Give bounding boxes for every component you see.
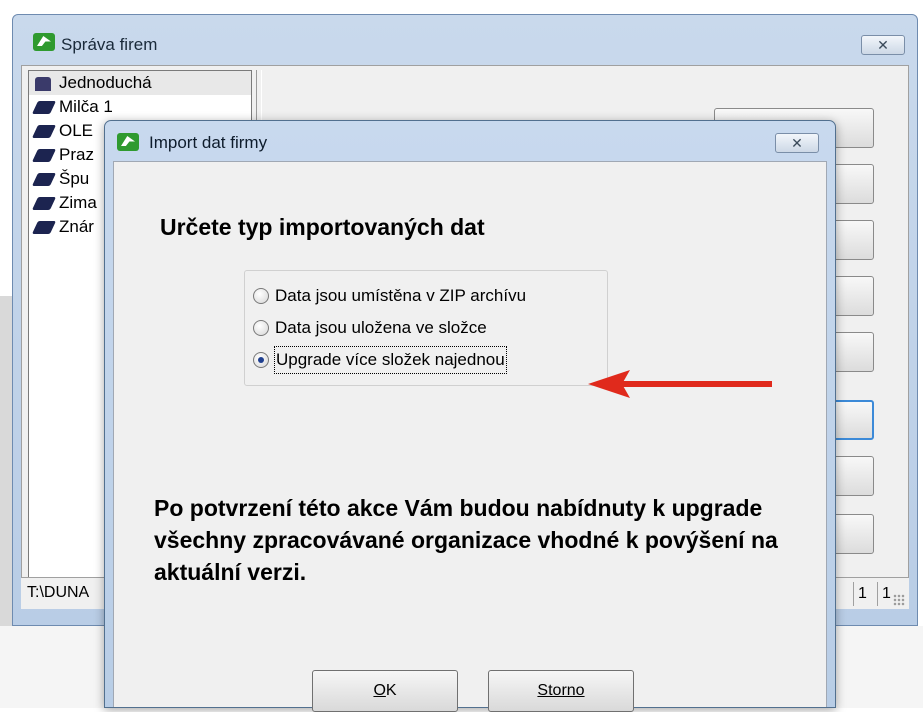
radio-button-icon[interactable] — [253, 320, 269, 336]
radio-button-icon[interactable] — [253, 288, 269, 304]
resize-grip-icon[interactable] — [893, 594, 905, 606]
company-name: Jednoduchá — [59, 73, 152, 92]
dialog-close-button[interactable]: ✕ — [775, 133, 819, 153]
book-icon — [31, 173, 57, 186]
import-type-radio-group: Data jsou umístěna v ZIP archívu Data js… — [244, 270, 608, 386]
radio-button-checked-icon[interactable] — [253, 352, 269, 368]
dialog-description: Po potvrzení této akce Vám budou nabídnu… — [154, 495, 778, 585]
dialog-heading: Určete typ importovaných dat — [160, 214, 485, 240]
company-name: Špu — [59, 169, 90, 188]
book-icon — [31, 221, 57, 234]
book-icon — [31, 101, 57, 114]
company-name: Zima — [59, 193, 97, 212]
book-icon — [31, 125, 57, 138]
company-name: Praz — [59, 145, 94, 164]
list-item[interactable]: Jednoduchá — [29, 71, 251, 95]
radio-label[interactable]: Upgrade více složek najednou — [274, 346, 507, 374]
app-logo-icon — [117, 133, 139, 151]
dialog-title: Import dat firmy — [149, 133, 268, 152]
book-icon — [31, 149, 57, 162]
dialog-body: Určete typ importovaných dat Data jsou u… — [113, 161, 827, 712]
status-path: T:\DUNA — [27, 584, 90, 601]
ok-button[interactable]: OK — [312, 670, 458, 712]
red-arrow-icon — [588, 370, 772, 398]
ok-mnemonic: O — [373, 682, 386, 699]
cancel-button[interactable]: Storno — [488, 670, 634, 712]
ok-label-rest: K — [385, 682, 397, 699]
status-cell: 1 — [853, 582, 871, 606]
import-dialog: Import dat firmy ✕ Určete typ importovan… — [104, 120, 836, 712]
list-item[interactable]: Milča 1 — [29, 95, 251, 119]
app-logo-icon — [33, 33, 55, 51]
open-book-icon — [35, 77, 51, 91]
company-name: Milča 1 — [59, 97, 113, 116]
main-titlebar[interactable]: Správa firem ✕ — [13, 15, 917, 65]
book-icon — [31, 197, 57, 210]
cancel-label: Storno — [537, 682, 585, 699]
radio-label[interactable]: Data jsou uložena ve složce — [275, 315, 487, 341]
main-window-title: Správa firem — [61, 35, 158, 54]
company-name: Znár — [59, 217, 94, 236]
main-close-button[interactable]: ✕ — [861, 35, 905, 55]
radio-label[interactable]: Data jsou umístěna v ZIP archívu — [275, 283, 526, 309]
company-name: OLE — [59, 121, 94, 140]
